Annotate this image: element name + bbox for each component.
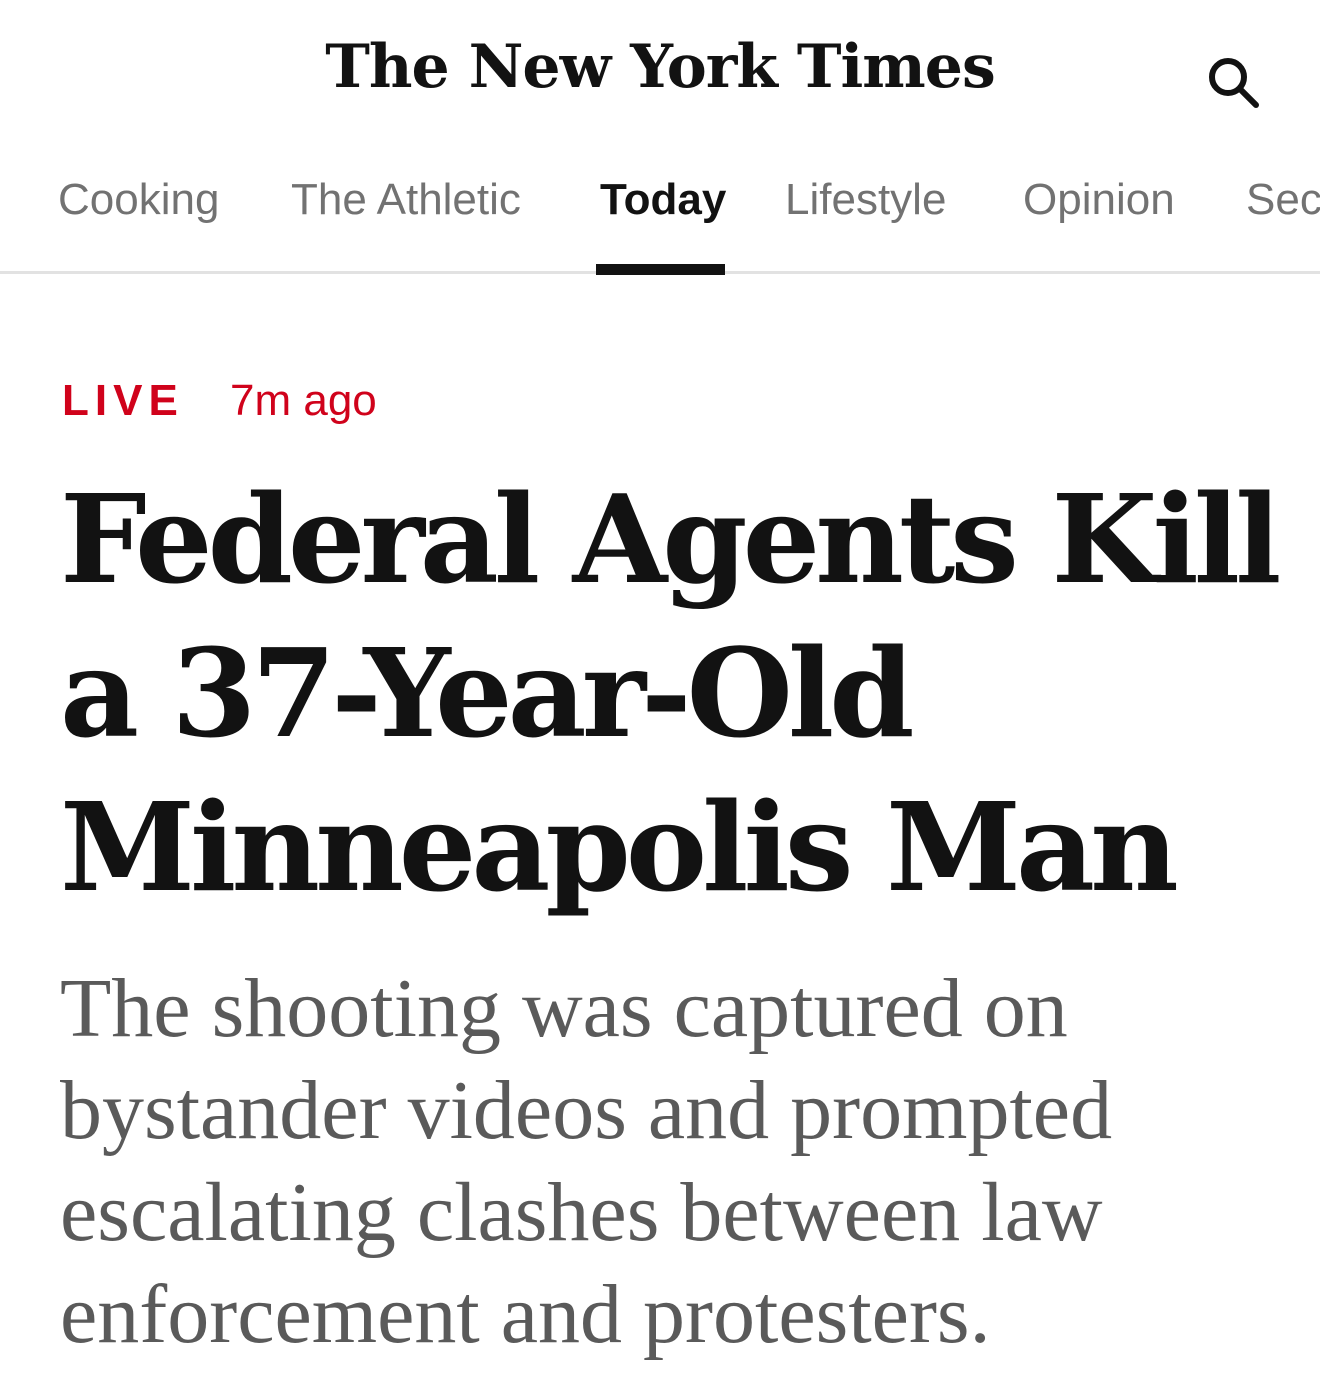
active-tab-indicator — [596, 264, 725, 275]
section-nav: Cooking The Athletic Today Lifestyle Opi… — [0, 150, 1320, 274]
search-button[interactable] — [1196, 46, 1268, 118]
nav-item-opinion[interactable]: Opinion — [1023, 174, 1175, 226]
nav-item-cooking[interactable]: Cooking — [58, 174, 219, 226]
story-timestamp: 7m ago — [230, 376, 377, 425]
search-icon — [1209, 58, 1259, 108]
nyt-logo[interactable]: The New York Times — [0, 22, 1320, 112]
live-badge: LIVE — [62, 376, 184, 425]
story-summary[interactable]: The shooting was captured on bystander v… — [60, 958, 1290, 1366]
nav-item-lifestyle[interactable]: Lifestyle — [785, 174, 946, 226]
nav-item-today[interactable]: Today — [600, 174, 726, 226]
masthead: The New York Times — [0, 0, 1320, 150]
story-headline[interactable]: Federal Agents Kill a 37-Year-Old Minnea… — [60, 462, 1282, 924]
nav-item-the-athletic[interactable]: The Athletic — [291, 174, 521, 226]
nav-item-sections[interactable]: Sec — [1246, 174, 1320, 226]
